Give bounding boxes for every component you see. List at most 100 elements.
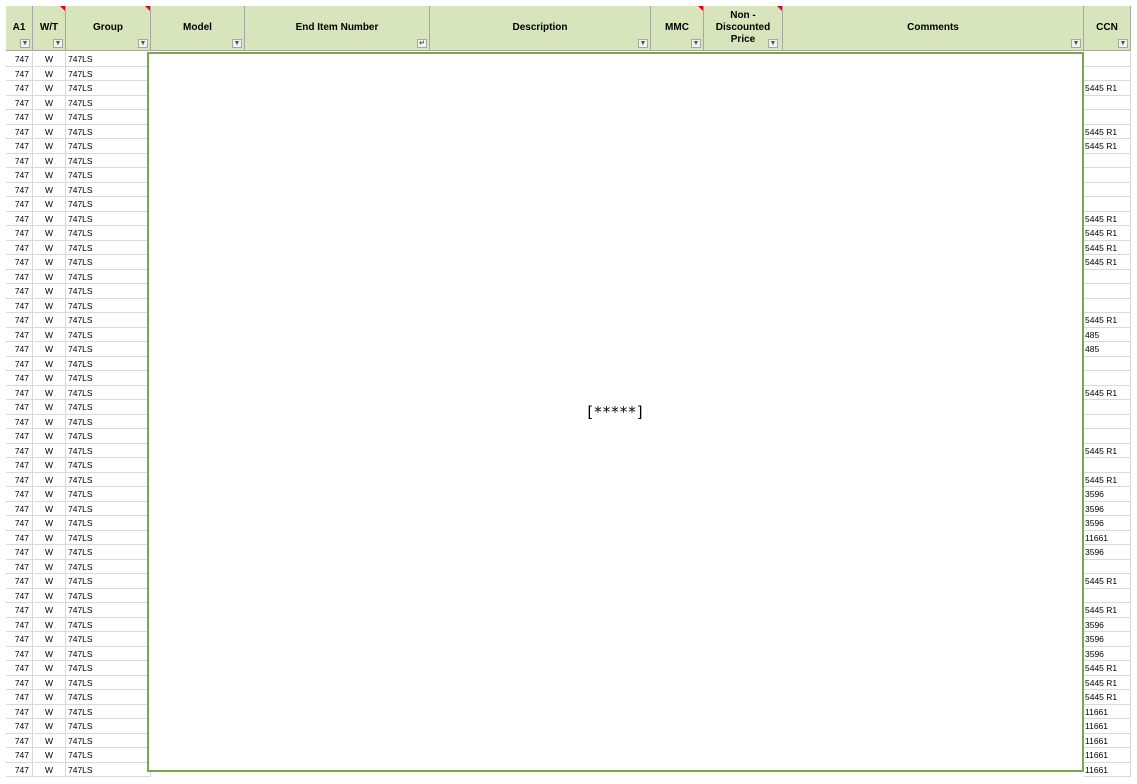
cell-wt[interactable]: W (33, 559, 66, 574)
header-description[interactable]: Description ▼ (430, 6, 651, 51)
cell-group[interactable]: 747LS (66, 139, 151, 154)
cell-a1[interactable]: 747 (6, 153, 33, 168)
filter-dropdown-icon[interactable]: ▼ (232, 39, 242, 48)
cell-a1[interactable]: 747 (6, 632, 33, 647)
cell-a1[interactable]: 747 (6, 110, 33, 125)
cell-group[interactable]: 747LS (66, 81, 151, 96)
filter-dropdown-icon[interactable]: ↵ (417, 39, 427, 48)
cell-a1[interactable]: 747 (6, 327, 33, 342)
filter-dropdown-icon[interactable]: ▼ (20, 39, 30, 48)
cell-wt[interactable]: W (33, 327, 66, 342)
cell-wt[interactable]: W (33, 719, 66, 734)
cell-wt[interactable]: W (33, 748, 66, 763)
cell-a1[interactable]: 747 (6, 516, 33, 531)
cell-ccn[interactable]: 11661 (1084, 530, 1131, 545)
cell-group[interactable]: 747LS (66, 110, 151, 125)
cell-group[interactable]: 747LS (66, 458, 151, 473)
cell-wt[interactable]: W (33, 588, 66, 603)
cell-group[interactable]: 747LS (66, 719, 151, 734)
cell-ccn[interactable]: 5445 R1 (1084, 139, 1131, 154)
cell-wt[interactable]: W (33, 168, 66, 183)
cell-group[interactable]: 747LS (66, 269, 151, 284)
cell-wt[interactable]: W (33, 95, 66, 110)
cell-wt[interactable]: W (33, 704, 66, 719)
cell-group[interactable]: 747LS (66, 66, 151, 81)
cell-a1[interactable]: 747 (6, 545, 33, 560)
cell-ccn[interactable] (1084, 95, 1131, 110)
cell-wt[interactable]: W (33, 342, 66, 357)
header-group[interactable]: Group ▼ (66, 6, 151, 51)
cell-wt[interactable]: W (33, 603, 66, 618)
cell-ccn[interactable] (1084, 559, 1131, 574)
cell-ccn[interactable] (1084, 269, 1131, 284)
cell-wt[interactable]: W (33, 226, 66, 241)
cell-a1[interactable]: 747 (6, 284, 33, 299)
cell-ccn[interactable] (1084, 66, 1131, 81)
cell-group[interactable]: 747LS (66, 443, 151, 458)
cell-group[interactable]: 747LS (66, 617, 151, 632)
cell-a1[interactable]: 747 (6, 371, 33, 386)
cell-wt[interactable]: W (33, 400, 66, 415)
cell-a1[interactable]: 747 (6, 400, 33, 415)
cell-group[interactable]: 747LS (66, 574, 151, 589)
cell-wt[interactable]: W (33, 472, 66, 487)
cell-ccn[interactable] (1084, 429, 1131, 444)
cell-ccn[interactable] (1084, 371, 1131, 386)
header-ccn[interactable]: CCN ▼ (1084, 6, 1131, 51)
cell-wt[interactable]: W (33, 487, 66, 502)
cell-ccn[interactable]: 5445 R1 (1084, 603, 1131, 618)
cell-group[interactable]: 747LS (66, 240, 151, 255)
cell-ccn[interactable]: 5445 R1 (1084, 385, 1131, 400)
cell-group[interactable]: 747LS (66, 603, 151, 618)
cell-a1[interactable]: 747 (6, 269, 33, 284)
cell-ccn[interactable]: 11661 (1084, 719, 1131, 734)
cell-ccn[interactable]: 5445 R1 (1084, 675, 1131, 690)
cell-ccn[interactable] (1084, 52, 1131, 67)
cell-a1[interactable]: 747 (6, 762, 33, 777)
cell-a1[interactable]: 747 (6, 748, 33, 763)
cell-group[interactable]: 747LS (66, 487, 151, 502)
cell-group[interactable]: 747LS (66, 298, 151, 313)
cell-a1[interactable]: 747 (6, 124, 33, 139)
cell-wt[interactable]: W (33, 617, 66, 632)
cell-ccn[interactable] (1084, 284, 1131, 299)
cell-ccn[interactable]: 3596 (1084, 545, 1131, 560)
cell-group[interactable]: 747LS (66, 733, 151, 748)
cell-wt[interactable]: W (33, 356, 66, 371)
cell-a1[interactable]: 747 (6, 675, 33, 690)
cell-group[interactable]: 747LS (66, 632, 151, 647)
cell-group[interactable]: 747LS (66, 588, 151, 603)
cell-a1[interactable]: 747 (6, 603, 33, 618)
cell-group[interactable]: 747LS (66, 516, 151, 531)
cell-wt[interactable]: W (33, 298, 66, 313)
cell-wt[interactable]: W (33, 646, 66, 661)
cell-a1[interactable]: 747 (6, 559, 33, 574)
cell-wt[interactable]: W (33, 661, 66, 676)
cell-wt[interactable]: W (33, 501, 66, 516)
cell-ccn[interactable]: 5445 R1 (1084, 226, 1131, 241)
cell-a1[interactable]: 747 (6, 197, 33, 212)
filter-dropdown-icon[interactable]: ▼ (138, 39, 148, 48)
cell-a1[interactable]: 747 (6, 313, 33, 328)
cell-group[interactable]: 747LS (66, 530, 151, 545)
cell-wt[interactable]: W (33, 182, 66, 197)
cell-ccn[interactable]: 11661 (1084, 762, 1131, 777)
cell-group[interactable]: 747LS (66, 690, 151, 705)
cell-ccn[interactable]: 3596 (1084, 501, 1131, 516)
header-price[interactable]: Non - Discounted Price ▼ (704, 6, 783, 51)
cell-ccn[interactable]: 11661 (1084, 704, 1131, 719)
cell-ccn[interactable] (1084, 588, 1131, 603)
cell-ccn[interactable]: 5445 R1 (1084, 255, 1131, 270)
cell-wt[interactable]: W (33, 414, 66, 429)
cell-a1[interactable]: 747 (6, 95, 33, 110)
filter-dropdown-icon[interactable]: ▼ (1071, 39, 1081, 48)
cell-wt[interactable]: W (33, 197, 66, 212)
cell-group[interactable]: 747LS (66, 748, 151, 763)
cell-a1[interactable]: 747 (6, 414, 33, 429)
cell-wt[interactable]: W (33, 255, 66, 270)
cell-group[interactable]: 747LS (66, 356, 151, 371)
cell-wt[interactable]: W (33, 81, 66, 96)
cell-ccn[interactable]: 3596 (1084, 487, 1131, 502)
cell-ccn[interactable] (1084, 414, 1131, 429)
filter-dropdown-icon[interactable]: ▼ (638, 39, 648, 48)
